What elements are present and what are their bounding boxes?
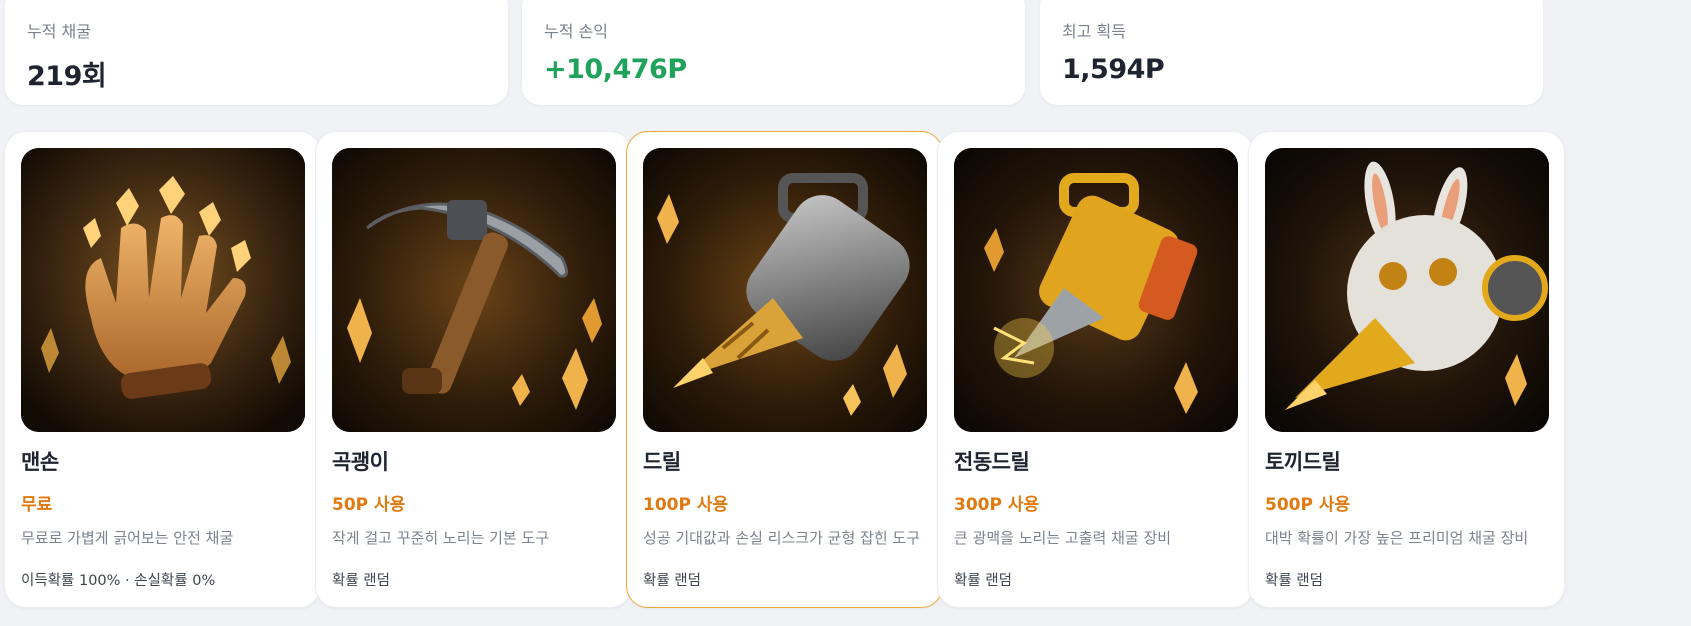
stat-card-best-gain: 최고 획득 1,594P <box>1040 0 1543 105</box>
tool-probability: 이득확률 100% · 손실확률 0% <box>21 573 216 589</box>
tool-card-rabbit-drill[interactable]: 토끼드릴 500P 사용 대박 확률이 가장 높은 프리미엄 채굴 장비 확률 … <box>1248 131 1565 608</box>
tool-name: 전동드릴 <box>954 450 1030 474</box>
tool-cost: 100P 사용 <box>643 495 729 515</box>
tool-name: 토끼드릴 <box>1265 450 1341 474</box>
tool-cost: 300P 사용 <box>954 495 1040 515</box>
tool-cost: 50P 사용 <box>332 495 406 515</box>
tool-probability: 확률 랜덤 <box>643 573 701 589</box>
tool-card-drill[interactable]: 드릴 100P 사용 성공 기대값과 손실 리스크가 균형 잡힌 도구 확률 랜… <box>626 131 943 608</box>
stat-card-total-profit: 누적 손익 +10,476P <box>522 0 1025 105</box>
tool-cost: 500P 사용 <box>1265 495 1351 515</box>
tool-description: 무료로 가볍게 긁어보는 안전 채굴 <box>21 529 234 547</box>
glove-icon <box>21 148 305 432</box>
tool-name: 맨손 <box>21 450 59 474</box>
tool-cost: 무료 <box>21 495 53 515</box>
tool-card-power-drill[interactable]: 전동드릴 300P 사용 큰 광맥을 노리는 고출력 채굴 장비 확률 랜덤 <box>937 131 1254 608</box>
tool-probability: 확률 랜덤 <box>332 573 390 589</box>
tool-list: 맨손 무료 무료로 가볍게 긁어보는 안전 채굴 이득확률 100% · 손실확… <box>0 131 1691 611</box>
tool-card-pickaxe[interactable]: 곡괭이 50P 사용 작게 걸고 꾸준히 노리는 기본 도구 확률 랜덤 <box>315 131 632 608</box>
stats-bar: 누적 채굴 219회 누적 손익 +10,476P 최고 획득 1,594P <box>0 0 1691 106</box>
stat-card-total-mining: 누적 채굴 219회 <box>5 0 508 105</box>
tool-description: 큰 광맥을 노리는 고출력 채굴 장비 <box>954 529 1172 547</box>
tool-card-bare-hand[interactable]: 맨손 무료 무료로 가볍게 긁어보는 안전 채굴 이득확률 100% · 손실확… <box>4 131 321 608</box>
rabbit-drill-icon <box>1265 148 1549 432</box>
pickaxe-icon <box>332 148 616 432</box>
stat-value: 219회 <box>27 61 107 92</box>
stat-value: 1,594P <box>1062 54 1165 85</box>
tool-description: 작게 걸고 꾸준히 노리는 기본 도구 <box>332 529 550 547</box>
stat-label: 누적 손익 <box>544 22 608 41</box>
stat-label: 누적 채굴 <box>27 22 91 41</box>
power-drill-icon <box>954 148 1238 432</box>
stat-value: +10,476P <box>544 54 687 85</box>
stat-label: 최고 획득 <box>1062 22 1126 41</box>
tool-description: 성공 기대값과 손실 리스크가 균형 잡힌 도구 <box>643 529 921 547</box>
tool-name: 드릴 <box>643 450 681 474</box>
tool-name: 곡괭이 <box>332 450 389 474</box>
tool-probability: 확률 랜덤 <box>1265 573 1323 589</box>
tool-probability: 확률 랜덤 <box>954 573 1012 589</box>
tool-description: 대박 확률이 가장 높은 프리미엄 채굴 장비 <box>1265 529 1529 547</box>
drill-icon <box>643 148 927 432</box>
